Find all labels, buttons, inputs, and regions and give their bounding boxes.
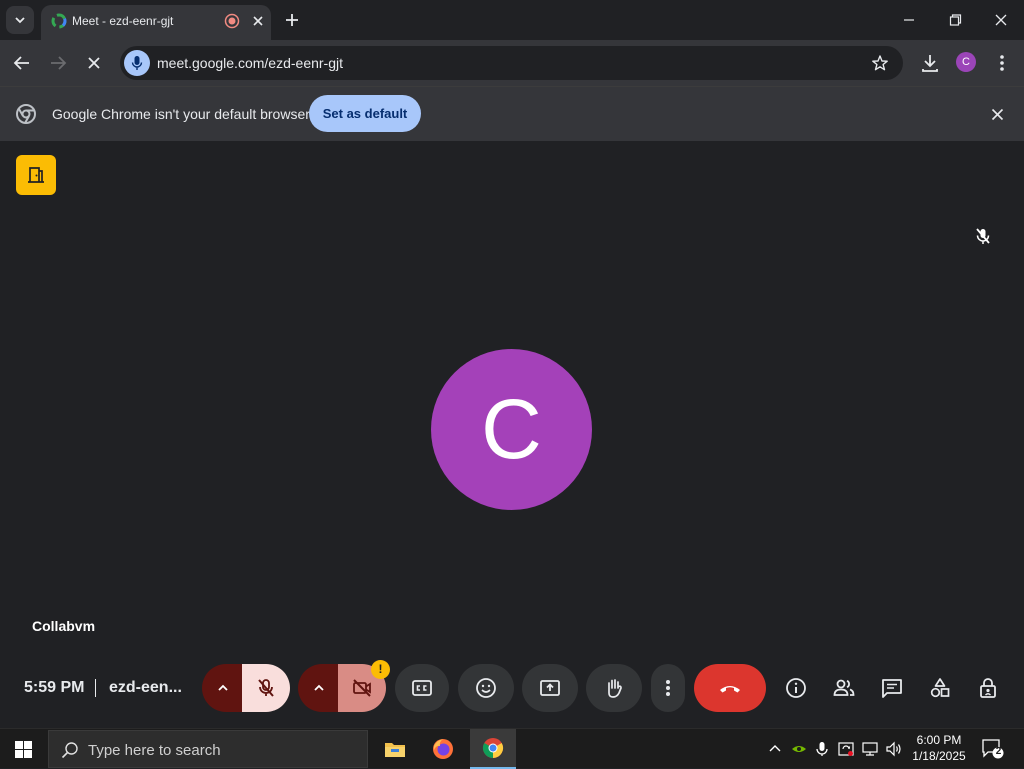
- video-options-button[interactable]: [298, 664, 340, 712]
- captions-button[interactable]: [395, 664, 449, 712]
- microphone-icon[interactable]: [813, 740, 831, 758]
- taskbar-search-box[interactable]: Type here to search: [48, 730, 368, 768]
- taskbar-clock[interactable]: 6:00 PM 1/18/2025: [908, 732, 970, 764]
- chrome-logo-icon: [16, 104, 36, 124]
- url-text: meet.google.com/ezd-eenr-gjt: [157, 55, 343, 71]
- end-call-icon: [720, 686, 740, 693]
- leave-call-button[interactable]: [694, 664, 766, 712]
- new-tab-icon[interactable]: [282, 10, 302, 30]
- close-window-icon[interactable]: [989, 8, 1013, 32]
- firefox-app[interactable]: [420, 729, 466, 769]
- notification-center-button[interactable]: 2: [982, 739, 1004, 759]
- search-placeholder: Type here to search: [88, 742, 221, 759]
- closed-captions-icon: [412, 680, 432, 696]
- nvidia-icon[interactable]: [790, 740, 808, 758]
- download-icon[interactable]: [919, 52, 941, 74]
- camera-off-icon: [353, 679, 371, 697]
- network-icon[interactable]: [861, 740, 879, 758]
- chevron-up-icon: [314, 684, 324, 691]
- more-vert-icon[interactable]: [991, 52, 1013, 74]
- sync-icon[interactable]: [837, 740, 855, 758]
- breakout-door-button[interactable]: [16, 155, 56, 195]
- profile-avatar[interactable]: C: [956, 52, 976, 72]
- firefox-icon: [433, 739, 453, 759]
- site-info-button[interactable]: [124, 50, 150, 76]
- microphone-toggle-button[interactable]: [242, 664, 290, 712]
- chat-icon[interactable]: [880, 676, 904, 700]
- audio-options-button[interactable]: [202, 664, 244, 712]
- file-explorer-app[interactable]: [372, 729, 418, 769]
- stop-loading-icon[interactable]: [83, 52, 105, 74]
- microphone-in-use-icon: [131, 56, 143, 70]
- meeting-time: 5:59 PM: [24, 679, 85, 696]
- windows-start-icon[interactable]: [15, 741, 32, 758]
- windows-taskbar: Type here to search 6:00 PM 1/18/2025 2: [0, 728, 1024, 769]
- participant-avatar: C: [431, 349, 592, 510]
- participant-name: Collabvm: [32, 618, 96, 634]
- set-as-default-button[interactable]: Set as default: [309, 95, 421, 132]
- meeting-details-icon[interactable]: [784, 676, 808, 700]
- tab-meet[interactable]: Meet - ezd-eenr-gjt: [41, 5, 271, 40]
- browser-toolbar: meet.google.com/ezd-eenr-gjt C: [0, 40, 1024, 86]
- recording-indicator-icon: [224, 13, 240, 29]
- chevron-up-icon[interactable]: [766, 740, 784, 758]
- folder-icon: [385, 743, 405, 757]
- meet-favicon-icon: [51, 13, 67, 29]
- restore-icon[interactable]: [943, 8, 967, 32]
- mic-off-icon: [258, 679, 274, 697]
- people-icon[interactable]: [832, 676, 856, 700]
- participant-muted-icon: [976, 228, 990, 244]
- meet-stage: C Collabvm 5:59 PM ezd-een... !: [0, 141, 1024, 719]
- tab-close-icon[interactable]: [249, 12, 267, 30]
- back-arrow-icon[interactable]: [11, 52, 33, 74]
- divider: [95, 679, 96, 697]
- camera-warning-badge: !: [371, 660, 390, 679]
- default-browser-infobar: Google Chrome isn't your default browser…: [0, 86, 1024, 141]
- search-icon: [61, 742, 78, 759]
- activities-icon[interactable]: [928, 676, 952, 700]
- volume-icon[interactable]: [885, 740, 903, 758]
- reactions-button[interactable]: [458, 664, 514, 712]
- raise-hand-icon: [608, 679, 622, 698]
- bookmark-star-icon[interactable]: [871, 54, 889, 72]
- chevron-up-icon: [218, 684, 228, 691]
- chevron-down-icon: [15, 17, 25, 24]
- url-path: /ezd-eenr-gjt: [264, 55, 343, 71]
- tab-search-button[interactable]: [6, 6, 34, 34]
- more-vert-icon: [666, 680, 670, 696]
- more-options-button[interactable]: [651, 664, 685, 712]
- present-screen-button[interactable]: [522, 664, 578, 712]
- minimize-icon[interactable]: [897, 8, 921, 32]
- meeting-code[interactable]: ezd-een...: [109, 679, 182, 697]
- notification-count: 2: [995, 746, 1002, 757]
- taskbar-date: 1/18/2025: [912, 749, 966, 763]
- infobar-message: Google Chrome isn't your default browser: [52, 106, 310, 122]
- emoji-icon: [476, 678, 496, 698]
- tab-strip: Meet - ezd-eenr-gjt: [0, 0, 1024, 40]
- address-bar[interactable]: meet.google.com/ezd-eenr-gjt: [120, 46, 903, 80]
- host-controls-icon[interactable]: [976, 676, 1000, 700]
- tab-title: Meet - ezd-eenr-gjt: [72, 14, 174, 28]
- present-screen-icon: [540, 680, 560, 696]
- forward-arrow-icon[interactable]: [47, 52, 69, 74]
- infobar-close-icon[interactable]: [989, 106, 1006, 123]
- taskbar-time: 6:00 PM: [916, 733, 962, 747]
- door-icon: [28, 167, 44, 183]
- chrome-icon: [482, 738, 504, 759]
- url-host: meet.google.com: [157, 55, 265, 71]
- raise-hand-button[interactable]: [586, 664, 642, 712]
- chrome-app[interactable]: [470, 729, 516, 769]
